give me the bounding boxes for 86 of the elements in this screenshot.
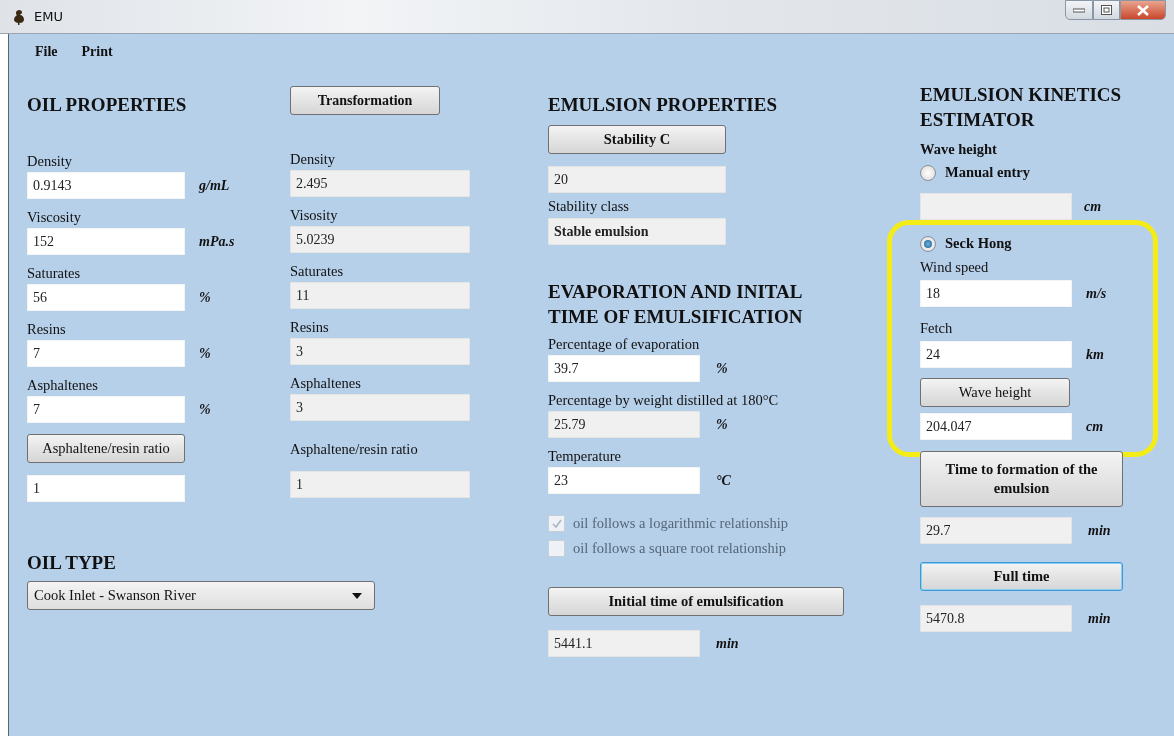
field-label: Saturates [27,264,81,282]
close-button[interactable] [1120,0,1166,20]
section-heading: EVAPORATION AND INITAL TIME OF EMULSIFICATION [548,280,804,329]
text-field[interactable]: 204.047 [920,413,1072,440]
field-label: Fetch [920,319,953,337]
oil-type-dropdown[interactable]: Cook Inlet - Swanson River [27,581,375,610]
field-label: Asphaltene/resin ratio [290,439,418,458]
text-field[interactable]: 20 [548,166,726,193]
full-time-button[interactable]: Full time [920,562,1123,591]
check-icon [551,518,562,529]
maximize-button[interactable] [1093,0,1120,20]
text-field[interactable]: 5.0239 [290,226,470,253]
text-field[interactable]: Stable emulsion [548,218,726,245]
field-label: Asphaltenes [27,376,98,394]
field-label: Asphaltenes [290,374,361,392]
field-label: Density [290,150,336,168]
unit-label: cm [1084,198,1102,215]
text-field[interactable]: 1 [27,475,185,502]
text-field[interactable]: 3 [290,394,470,421]
caret-icon [352,592,362,599]
unit-label: % [199,401,211,418]
text-field[interactable]: 23 [548,467,700,494]
text-field[interactable]: 39.7 [548,355,700,382]
radio-button[interactable] [920,235,936,252]
minimize-icon [1073,7,1085,13]
field-label: Resins [27,320,66,338]
text-field[interactable]: 29.7 [920,517,1072,544]
menu-item[interactable]: File [35,44,58,82]
field-label: Density [27,152,73,170]
unit-label: m/s [1086,285,1107,302]
maximize-icon [1101,5,1112,15]
radio-button[interactable] [920,164,936,181]
text-field[interactable]: 1 [290,471,470,498]
radio-option[interactable]: Manual entry [920,164,1030,181]
text-field[interactable]: 5441.1 [548,630,700,657]
text-field[interactable]: 0.9143 [27,172,185,199]
radio-option[interactable]: Seck Hong [920,235,1012,252]
menu-item[interactable]: Print [81,44,113,82]
radio-label: Seck Hong [945,235,1012,252]
text-field[interactable]: 56 [27,284,185,311]
unit-label: % [199,345,211,362]
text-field[interactable]: 24 [920,341,1072,368]
text-field[interactable]: 152 [27,228,185,255]
unit-label: mPa.s [199,233,235,250]
unit-label: cm [1086,418,1104,435]
text-field[interactable]: 2.495 [290,170,470,197]
unit-label: min [716,635,739,652]
unit-label: min [1088,522,1111,539]
text-field[interactable]: 7 [27,396,185,423]
transformation-button[interactable]: Transformation [290,86,440,115]
field-label: Visosity [290,206,338,224]
text-field[interactable]: 11 [290,282,470,309]
unit-label: g/mL [199,177,230,194]
wave-height-button[interactable]: Wave height [920,378,1070,407]
field-label: Wave height [920,140,997,158]
field-label: Wind speed [920,258,989,276]
field-label: Percentage of evaporation [548,335,700,353]
stability-button[interactable]: Stability C [548,125,726,154]
unit-label: % [716,416,728,433]
text-field[interactable]: 18 [920,280,1072,307]
unit-label: min [1088,610,1111,627]
field-label: Stability class [548,197,629,215]
unit-label: °C [716,472,731,489]
text-field[interactable]: 3 [290,338,470,365]
field-label: Percentage by weight distilled at 180°C [548,391,779,409]
formation-time-button[interactable]: Time to formation of the emulsion [920,451,1123,507]
field-label: Saturates [290,262,344,280]
radio-label: Manual entry [945,164,1030,181]
manual-entry-field[interactable] [920,193,1072,220]
text-field[interactable]: 25.79 [548,411,700,438]
window-title: EMU [34,9,64,24]
section-heading: OIL PROPERTIES [27,93,187,117]
initial-time-button[interactable]: Initial time of emulsification [548,587,844,616]
unit-label: % [199,289,211,306]
field-label: Temperature [548,447,622,465]
ratio-button[interactable]: Asphaltene/resin ratio [27,434,185,463]
section-heading: EMULSION KINETICS ESTIMATOR [920,83,1123,132]
section-heading: OIL TYPE [27,551,117,575]
field-label: Resins [290,318,329,336]
text-field[interactable]: 7 [27,340,185,367]
text-field[interactable]: 5470.8 [920,605,1072,632]
section-heading: EMULSION PROPERTIES [548,93,777,117]
field-label: Viscosity [27,208,81,226]
close-icon [1137,4,1149,16]
unit-label: % [716,360,728,377]
unit-label: km [1086,346,1104,363]
